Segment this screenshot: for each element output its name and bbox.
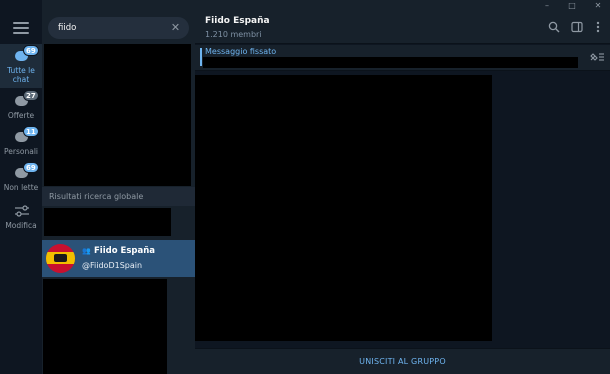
folder-label: Offerte [7,111,35,120]
chats-icon: 11 [12,126,39,145]
redacted-pinned-text [203,57,578,68]
search-panel: ✕ Risultati ricerca globale 👥Fiido Españ… [42,0,195,374]
result-username: @FiidoD1Spain [82,261,143,270]
chat-header[interactable]: Fiido España 1.210 membri [195,12,610,44]
result-title-text: Fiido España [94,246,155,256]
folder-label: Tutte le chat [7,66,35,84]
folder-label: Non lette [3,183,39,192]
pinned-accent-bar [200,48,202,66]
folder-label: Modifica [5,221,37,230]
result-title: 👥 Fiido España [82,246,155,256]
chats-icon: 69 [12,45,39,64]
chats-icon: 69 [12,162,39,181]
clear-search-icon[interactable]: ✕ [170,22,181,33]
redacted-result [44,208,171,236]
pinned-message-bar[interactable]: Messaggio fissato [195,45,610,71]
more-options-icon[interactable] [591,21,605,35]
menu-icon[interactable] [13,22,29,34]
search-input[interactable] [58,21,168,35]
sliders-icon [12,203,30,219]
close-window-button[interactable]: ✕ [588,0,608,12]
folder-label: Personali [4,147,38,156]
global-results-header: Risultati ricerca globale [42,187,195,206]
unread-badge: 69 [23,162,39,173]
sidebar-toggle-icon[interactable] [570,21,584,35]
search-result-item[interactable]: 👥 Fiido España @FiidoD1Spain [42,240,195,277]
avatar [46,244,75,273]
unread-badge: 69 [23,45,39,56]
minimize-button[interactable]: – [537,0,557,12]
title-bar: – □ ✕ [195,0,610,12]
folder-rail: 69 Tutte le chat 27 Offerte 11 Personali… [0,0,42,374]
folder-modifica[interactable]: Modifica [0,203,42,235]
chats-icon: 27 [12,90,39,109]
redacted-results [44,44,191,186]
search-icon[interactable] [547,21,561,35]
chat-panel: Fiido España 1.210 membri Messaggio fiss… [195,12,610,374]
folder-personali[interactable]: 11 Personali [0,126,42,161]
group-icon: 👥 [82,247,91,255]
redacted-messages [195,75,492,341]
chat-title: Fiido España [205,16,270,26]
maximize-button[interactable]: □ [562,0,582,12]
folder-all-chats[interactable]: 69 Tutte le chat [0,44,42,88]
redacted-results [43,279,167,374]
unread-badge: 27 [23,90,39,101]
folder-offerte[interactable]: 27 Offerte [0,90,42,125]
telegram-app: – □ ✕ 69 Tutte le chat 27 Offerte 11 Per… [0,0,610,374]
pin-list-icon[interactable] [589,51,605,63]
pinned-label: Messaggio fissato [205,47,277,56]
unread-badge: 11 [23,126,39,137]
join-bar: UNISCITI AL GRUPPO [195,348,610,374]
search-box: ✕ [48,17,189,39]
folder-non-lette[interactable]: 69 Non lette [0,162,42,197]
join-group-button[interactable]: UNISCITI AL GRUPPO [195,349,610,374]
member-count: 1.210 membri [205,30,262,39]
